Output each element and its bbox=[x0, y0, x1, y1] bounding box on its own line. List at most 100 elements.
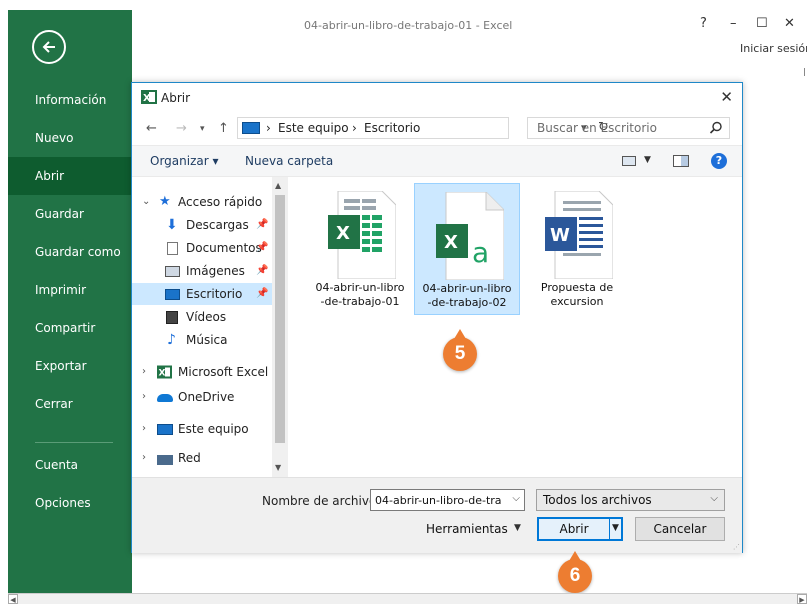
crumb-this-pc[interactable]: Este equipo bbox=[278, 121, 349, 135]
nav-close[interactable]: Cerrar bbox=[8, 385, 132, 423]
network-icon bbox=[157, 455, 173, 465]
split-divider bbox=[609, 519, 610, 539]
documents-icon bbox=[167, 242, 178, 255]
tools-button[interactable]: Herramientas bbox=[426, 522, 508, 536]
search-input[interactable] bbox=[528, 118, 703, 138]
nav-info[interactable]: Información bbox=[8, 81, 132, 119]
filename-field[interactable]: ⌵ bbox=[370, 489, 525, 511]
address-row: ← → ▾ ↑ › Este equipo › Escritorio ▾ ↻ bbox=[132, 115, 742, 143]
address-bar[interactable]: › Este equipo › Escritorio ▾ ↻ bbox=[237, 117, 609, 139]
maximize-button[interactable]: ☐ bbox=[756, 16, 768, 31]
filetype-select[interactable]: Todos los archivos ⌵ bbox=[536, 489, 725, 511]
recent-locations-icon[interactable]: ▾ bbox=[200, 124, 205, 134]
file-name-line: 04-abrir-un-libro bbox=[422, 282, 512, 295]
excel-backstage-window: Información Nuevo Abrir Guardar Guardar … bbox=[0, 0, 807, 604]
nav-pane-scrollbar[interactable]: ▲ ▼ bbox=[272, 177, 288, 477]
back-nav-icon[interactable]: ← bbox=[146, 121, 157, 136]
change-view-icon[interactable] bbox=[622, 156, 636, 166]
tree-item-videos[interactable]: Vídeos bbox=[132, 306, 272, 328]
crumb-desktop[interactable]: Escritorio bbox=[364, 121, 420, 135]
file-name-line: -de-trabajo-01 bbox=[320, 295, 400, 308]
videos-icon bbox=[166, 311, 178, 324]
chevron-down-icon[interactable]: ⌵ bbox=[710, 493, 718, 504]
nav-save-as[interactable]: Guardar como bbox=[8, 233, 132, 271]
excel-workbook-icon: X bbox=[328, 191, 396, 279]
scroll-left-icon[interactable]: ◀ bbox=[8, 594, 18, 604]
open-button[interactable]: Abrir ▼ bbox=[537, 517, 623, 541]
file-name-line: Propuesta de bbox=[540, 281, 614, 294]
tree-item-this-pc[interactable]: › Este equipo bbox=[132, 418, 272, 440]
svg-text:W: W bbox=[550, 225, 570, 246]
tree-item-quick-access[interactable]: ⌄ ★ Acceso rápido bbox=[132, 191, 272, 213]
tree-item-network[interactable]: › Red bbox=[132, 447, 272, 469]
file-item[interactable]: X 04-abrir-un-libro -de-trabajo-01 bbox=[307, 183, 413, 315]
tree-item-downloads[interactable]: ⬇ Descargas 📌 bbox=[132, 214, 272, 236]
onedrive-icon bbox=[157, 394, 173, 402]
nav-print[interactable]: Imprimir bbox=[8, 271, 132, 309]
scroll-right-icon[interactable]: ▶ bbox=[797, 594, 807, 604]
cancel-button[interactable]: Cancelar bbox=[635, 517, 725, 541]
tree-item-documents[interactable]: Documentos 📌 bbox=[132, 237, 272, 259]
close-window-button[interactable]: ✕ bbox=[784, 16, 795, 31]
dialog-footer: Nombre de archivo: ⌵ Todos los archivos … bbox=[132, 477, 742, 553]
chevron-right-icon[interactable]: › bbox=[142, 361, 146, 383]
horizontal-scrollbar[interactable]: ◀ ▶ bbox=[8, 593, 807, 604]
pin-icon: 📌 bbox=[256, 242, 269, 253]
view-options-dropdown-icon[interactable]: ▼ bbox=[644, 155, 651, 165]
search-box[interactable] bbox=[527, 117, 730, 139]
chevron-right-icon[interactable]: › bbox=[142, 447, 146, 469]
forward-nav-icon[interactable]: → bbox=[176, 121, 187, 136]
nav-share[interactable]: Compartir bbox=[8, 309, 132, 347]
svg-text:a: a bbox=[472, 236, 489, 269]
tree-label: Música bbox=[186, 333, 228, 347]
dialog-close-button[interactable]: ✕ bbox=[720, 88, 733, 106]
svg-text:X: X bbox=[444, 232, 458, 253]
backstage-sidebar: Información Nuevo Abrir Guardar Guardar … bbox=[8, 10, 132, 593]
nav-open[interactable]: Abrir bbox=[8, 157, 132, 195]
open-options-dropdown-icon[interactable]: ▼ bbox=[612, 523, 619, 533]
callout-badge: 6 bbox=[558, 551, 592, 593]
pictures-icon bbox=[165, 266, 180, 277]
minimize-button[interactable]: – bbox=[730, 16, 737, 31]
tree-item-onedrive[interactable]: › OneDrive bbox=[132, 386, 272, 408]
file-item-selected[interactable]: X a 04-abrir-un-libro -de-trabajo-02 bbox=[414, 183, 520, 315]
tools-dropdown-icon[interactable]: ▼ bbox=[514, 523, 521, 533]
organize-button[interactable]: Organizar ▾ bbox=[150, 154, 219, 168]
filename-input[interactable] bbox=[371, 490, 507, 510]
edge-marker bbox=[804, 68, 805, 76]
signin-link[interactable]: Iniciar sesión bbox=[740, 42, 807, 55]
back-arrow-icon[interactable] bbox=[32, 30, 66, 64]
tree-item-pictures[interactable]: Imágenes 📌 bbox=[132, 260, 272, 282]
computer-icon bbox=[157, 424, 173, 435]
chevron-down-icon[interactable]: ⌵ bbox=[512, 493, 520, 504]
help-button[interactable]: ? bbox=[700, 16, 707, 31]
desktop-icon bbox=[165, 289, 180, 300]
window-title: 04-abrir-un-libro-de-trabajo-01 - Excel bbox=[304, 19, 513, 32]
tree-item-music[interactable]: ♪ Música bbox=[132, 329, 272, 351]
tree-item-desktop[interactable]: Escritorio 📌 bbox=[132, 283, 272, 305]
nav-save[interactable]: Guardar bbox=[8, 195, 132, 233]
filename-label: Nombre de archivo: bbox=[262, 494, 381, 508]
scroll-down-icon[interactable]: ▼ bbox=[275, 463, 281, 472]
up-folder-icon[interactable]: ↑ bbox=[218, 121, 229, 136]
scroll-up-icon[interactable]: ▲ bbox=[275, 181, 281, 190]
open-button-label: Abrir bbox=[559, 522, 589, 536]
search-icon[interactable] bbox=[709, 121, 723, 135]
chevron-right-icon[interactable]: › bbox=[142, 418, 146, 440]
help-icon[interactable]: ? bbox=[711, 153, 727, 169]
nav-new[interactable]: Nuevo bbox=[8, 119, 132, 157]
chevron-right-icon[interactable]: › bbox=[142, 386, 146, 408]
scrollbar-thumb[interactable] bbox=[275, 195, 285, 443]
preview-pane-icon[interactable] bbox=[673, 155, 689, 167]
navigation-pane: ⌄ ★ Acceso rápido ⬇ Descargas 📌 Document… bbox=[132, 177, 288, 477]
nav-account[interactable]: Cuenta bbox=[8, 446, 132, 484]
nav-export[interactable]: Exportar bbox=[8, 347, 132, 385]
dialog-titlebar: X Abrir ✕ bbox=[132, 83, 742, 111]
chevron-down-icon[interactable]: ⌄ bbox=[142, 191, 150, 213]
new-folder-button[interactable]: Nueva carpeta bbox=[245, 154, 333, 168]
nav-options[interactable]: Opciones bbox=[8, 484, 132, 522]
dialog-title: Abrir bbox=[161, 91, 191, 105]
tree-item-microsoft-excel[interactable]: › X Microsoft Excel bbox=[132, 361, 272, 383]
resize-grip-icon[interactable]: ⋰ bbox=[733, 543, 740, 551]
file-item[interactable]: W Propuesta de excursion bbox=[524, 183, 630, 315]
